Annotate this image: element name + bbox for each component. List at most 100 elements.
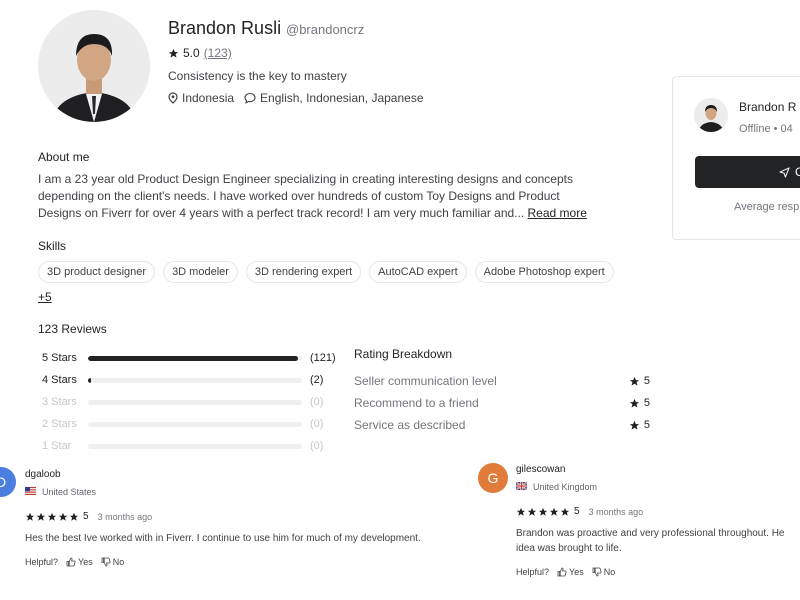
star-bar-row[interactable]: 5 Stars (121) xyxy=(42,347,336,369)
star-bar-row: 1 Star (0) xyxy=(42,435,336,457)
chat-bubble-icon xyxy=(244,92,256,104)
review-text-line: Brandon was proactive and very professio… xyxy=(516,528,785,539)
star-bar-track xyxy=(88,421,302,427)
star-bar-fill xyxy=(88,377,92,383)
breakdown-value: 5 xyxy=(629,374,650,388)
helpful-no-label: No xyxy=(603,567,616,577)
star-bar-count: (0) xyxy=(310,396,324,408)
breakdown-label: Recommend to a friend xyxy=(354,396,479,410)
thumbs-up-icon xyxy=(557,567,567,577)
star-bar-track xyxy=(88,443,302,449)
star-icon xyxy=(58,512,68,522)
star-bars: 5 Stars (121) 4 Stars (2) 3 Stars (0) 2 … xyxy=(42,347,336,457)
helpful-yes-button[interactable]: Yes xyxy=(66,557,93,567)
star-bar-track xyxy=(88,399,302,405)
star-bar-track xyxy=(88,377,302,383)
reviewer-avatar[interactable]: G xyxy=(478,463,508,493)
review-time: 3 months ago xyxy=(97,511,153,522)
star-icon xyxy=(36,512,46,522)
about-text: I am a 23 year old Product Design Engine… xyxy=(38,172,573,220)
skill-chip[interactable]: 3D rendering expert xyxy=(245,261,362,283)
review-rating: 5 xyxy=(83,511,89,522)
read-more-link[interactable]: Read more xyxy=(528,206,587,220)
country-name: United States xyxy=(42,487,97,497)
breakdown-label: Service as described xyxy=(354,418,466,432)
star-icon xyxy=(549,507,559,517)
thumbs-up-icon xyxy=(66,557,76,567)
review-stars: 5 3 months ago xyxy=(516,506,643,517)
location-pin-icon xyxy=(168,92,178,104)
skill-chip[interactable]: 3D modeler xyxy=(163,261,238,283)
skill-chip[interactable]: AutoCAD expert xyxy=(369,261,467,283)
star-icon xyxy=(516,507,526,517)
reviewer-initial: D xyxy=(0,474,7,490)
review-text: Hes the best Ive worked with in Fiverr. … xyxy=(25,533,421,544)
star-bar-track xyxy=(88,355,302,361)
profile-meta: Indonesia English, Indonesian, Japanese xyxy=(168,91,424,105)
star-bar-label: 1 Star xyxy=(42,440,72,452)
star-icon xyxy=(629,398,640,409)
star-icon xyxy=(25,512,35,522)
star-bar-row[interactable]: 4 Stars (2) xyxy=(42,369,336,391)
star-bar-label: 2 Stars xyxy=(42,418,77,430)
contact-card-status: Offline • 04 xyxy=(739,123,793,135)
star-icon xyxy=(69,512,79,522)
helpful-no-button[interactable]: No xyxy=(592,567,616,577)
send-icon xyxy=(779,166,790,178)
reviewer-initial: G xyxy=(487,470,499,486)
star-bar-count: (2) xyxy=(310,374,324,386)
rating-breakdown-title: Rating Breakdown xyxy=(354,347,453,361)
helpful-yes-label: Yes xyxy=(78,557,93,567)
star-bar-count: (0) xyxy=(310,418,324,430)
thumbs-down-icon xyxy=(592,567,602,577)
star-icon xyxy=(47,512,57,522)
helpful-row: Helpful? Yes No xyxy=(516,567,615,577)
contact-card-response-note: Average resp xyxy=(734,201,800,213)
location: Indonesia xyxy=(168,91,234,105)
about-title: About me xyxy=(38,150,90,164)
reviewer-country: United Kingdom xyxy=(516,482,597,492)
country-name: United Kingdom xyxy=(533,482,598,492)
breakdown-row: Service as described 5 xyxy=(354,418,650,432)
star-icon xyxy=(629,420,640,431)
skill-chip[interactable]: 3D product designer xyxy=(38,261,156,283)
star-bar-count: (121) xyxy=(310,352,336,364)
star-icon xyxy=(527,507,537,517)
review-rating: 5 xyxy=(574,506,580,517)
rating-count-link[interactable]: (123) xyxy=(204,46,232,60)
skills-title: Skills xyxy=(38,239,67,253)
contact-card-avatar xyxy=(694,98,728,132)
reviewer-name[interactable]: gilescowan xyxy=(516,464,565,475)
star-bar-label: 3 Stars xyxy=(42,396,77,408)
rating-value: 5.0 xyxy=(183,46,200,60)
breakdown-score: 5 xyxy=(643,397,650,409)
skill-chip[interactable]: Adobe Photoshop expert xyxy=(474,261,614,283)
breakdown-value: 5 xyxy=(629,396,650,410)
star-icon xyxy=(538,507,548,517)
star-icon xyxy=(168,48,179,59)
breakdown-row: Recommend to a friend 5 xyxy=(354,396,650,410)
location-text: Indonesia xyxy=(182,91,235,105)
uk-flag-icon xyxy=(516,482,527,492)
reviewer-name[interactable]: dgaloob xyxy=(25,469,61,480)
more-skills-link[interactable]: +5 xyxy=(38,290,52,304)
profile-handle: @brandoncrz xyxy=(286,22,365,37)
profile-avatar xyxy=(38,10,150,122)
reviewer-avatar[interactable]: D xyxy=(0,467,16,497)
star-bar-label: 5 Stars xyxy=(42,352,77,364)
about-text-block: I am a 23 year old Product Design Engine… xyxy=(38,171,598,222)
contact-me-button[interactable]: C xyxy=(695,156,800,188)
helpful-label: Helpful? xyxy=(516,567,550,577)
helpful-no-button[interactable]: No xyxy=(101,557,124,567)
profile-tagline: Consistency is the key to mastery xyxy=(168,69,347,83)
breakdown-score: 5 xyxy=(643,419,650,431)
review-text: Brandon was proactive and very professio… xyxy=(516,526,785,556)
helpful-label: Helpful? xyxy=(25,557,59,567)
review-time: 3 months ago xyxy=(588,506,644,517)
star-bar-row: 3 Stars (0) xyxy=(42,391,336,413)
breakdown-score: 5 xyxy=(643,375,650,387)
helpful-yes-button[interactable]: Yes xyxy=(557,567,584,577)
reviews-title: 123 Reviews xyxy=(38,322,107,336)
review-text-line: idea was brought to life. xyxy=(516,543,622,554)
profile-name: Brandon Rusli xyxy=(168,18,282,38)
